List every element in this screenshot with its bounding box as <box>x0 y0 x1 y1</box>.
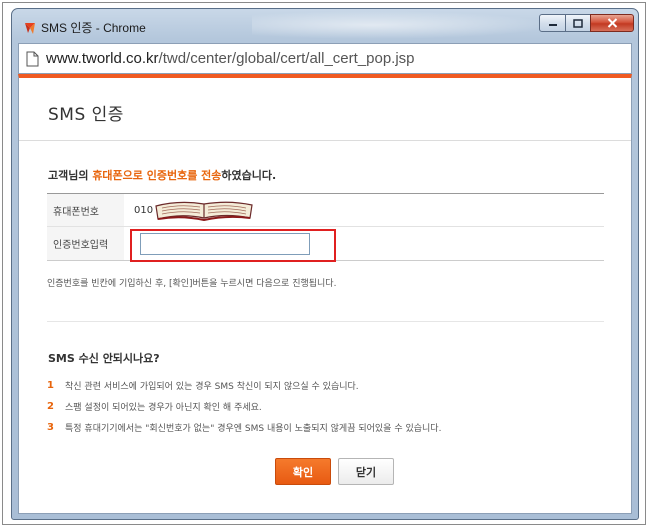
screenshot-frame: SMS 인증 - Chrome www.tworld.co.kr/twd/cen… <box>2 2 646 525</box>
notice-suffix: 하였습니다. <box>221 169 277 182</box>
popup-window: SMS 인증 - Chrome www.tworld.co.kr/twd/cen… <box>11 8 639 520</box>
close-icon <box>607 18 617 28</box>
minimize-icon <box>548 24 557 26</box>
code-label: 인증번호입력 <box>47 227 124 260</box>
page-title: SMS 인증 <box>48 105 124 125</box>
tworld-logo-icon <box>25 23 35 34</box>
send-notice: 고객님의 휴대폰으로 인증번호를 전송하였습니다. <box>48 167 276 183</box>
notice-prefix: 고객님의 <box>48 169 93 182</box>
title-bar[interactable]: SMS 인증 - Chrome <box>12 9 638 43</box>
close-window-button[interactable] <box>590 14 634 32</box>
address-bar[interactable]: www.tworld.co.kr/twd/center/global/cert/… <box>18 43 632 74</box>
sms-help-list: 1 착신 관련 서비스에 가입되어 있는 경우 SMS 착신이 되지 않으실 수 … <box>47 375 441 438</box>
notice-highlight: 휴대폰으로 인증번호를 전송 <box>92 169 222 182</box>
highlight-box <box>130 229 336 262</box>
url-domain: www.tworld.co.kr <box>46 50 159 67</box>
section-divider <box>47 321 604 322</box>
page-icon <box>26 51 39 67</box>
list-item-number: 2 <box>47 401 54 412</box>
help-text: 인증번호를 빈칸에 기입하신 후, [확인]버튼을 누르시면 다음으로 진행됩니… <box>47 279 337 289</box>
window-title: SMS 인증 - Chrome <box>41 21 146 35</box>
phone-value: 010 <box>134 204 154 216</box>
page-content: SMS 인증 고객님의 휴대폰으로 인증번호를 전송하였습니다. 휴대폰번호 0… <box>18 74 632 514</box>
phone-row: 휴대폰번호 010 <box>47 194 604 227</box>
title-divider <box>19 140 631 141</box>
redaction-book-image <box>155 201 253 222</box>
phone-label: 휴대폰번호 <box>47 194 124 226</box>
url-path: /twd/center/global/cert/all_cert_pop.jsp <box>158 50 415 67</box>
sms-help-title: SMS 수신 안되시나요? <box>48 352 160 365</box>
list-item: 3 특정 휴대기기에서는 "회신번호가 없는" 경우엔 SMS 내용이 노출되지 … <box>47 417 441 438</box>
list-item-number: 3 <box>47 422 54 433</box>
list-item-number: 1 <box>47 380 54 391</box>
list-item-text: 착신 관련 서비스에 가입되어 있는 경우 SMS 착신이 되지 않으실 수 있… <box>65 382 359 392</box>
close-button[interactable]: 닫기 <box>338 458 394 485</box>
auth-form: 휴대폰번호 010 인증번호입력 <box>47 193 604 262</box>
maximize-button[interactable] <box>565 14 591 32</box>
minimize-button[interactable] <box>539 14 566 32</box>
maximize-icon <box>573 18 583 28</box>
list-item: 2 스팸 설정이 되어있는 경우가 아닌지 확인 해 주세요. <box>47 396 441 417</box>
list-item-text: 특정 휴대기기에서는 "회신번호가 없는" 경우엔 SMS 내용이 노출되지 않… <box>65 424 442 434</box>
list-item-text: 스팸 설정이 되어있는 경우가 아닌지 확인 해 주세요. <box>65 403 262 413</box>
list-item: 1 착신 관련 서비스에 가입되어 있는 경우 SMS 착신이 되지 않으실 수 … <box>47 375 441 396</box>
confirm-button[interactable]: 확인 <box>275 458 331 485</box>
url-text[interactable]: www.tworld.co.kr/twd/center/global/cert/… <box>46 50 415 67</box>
